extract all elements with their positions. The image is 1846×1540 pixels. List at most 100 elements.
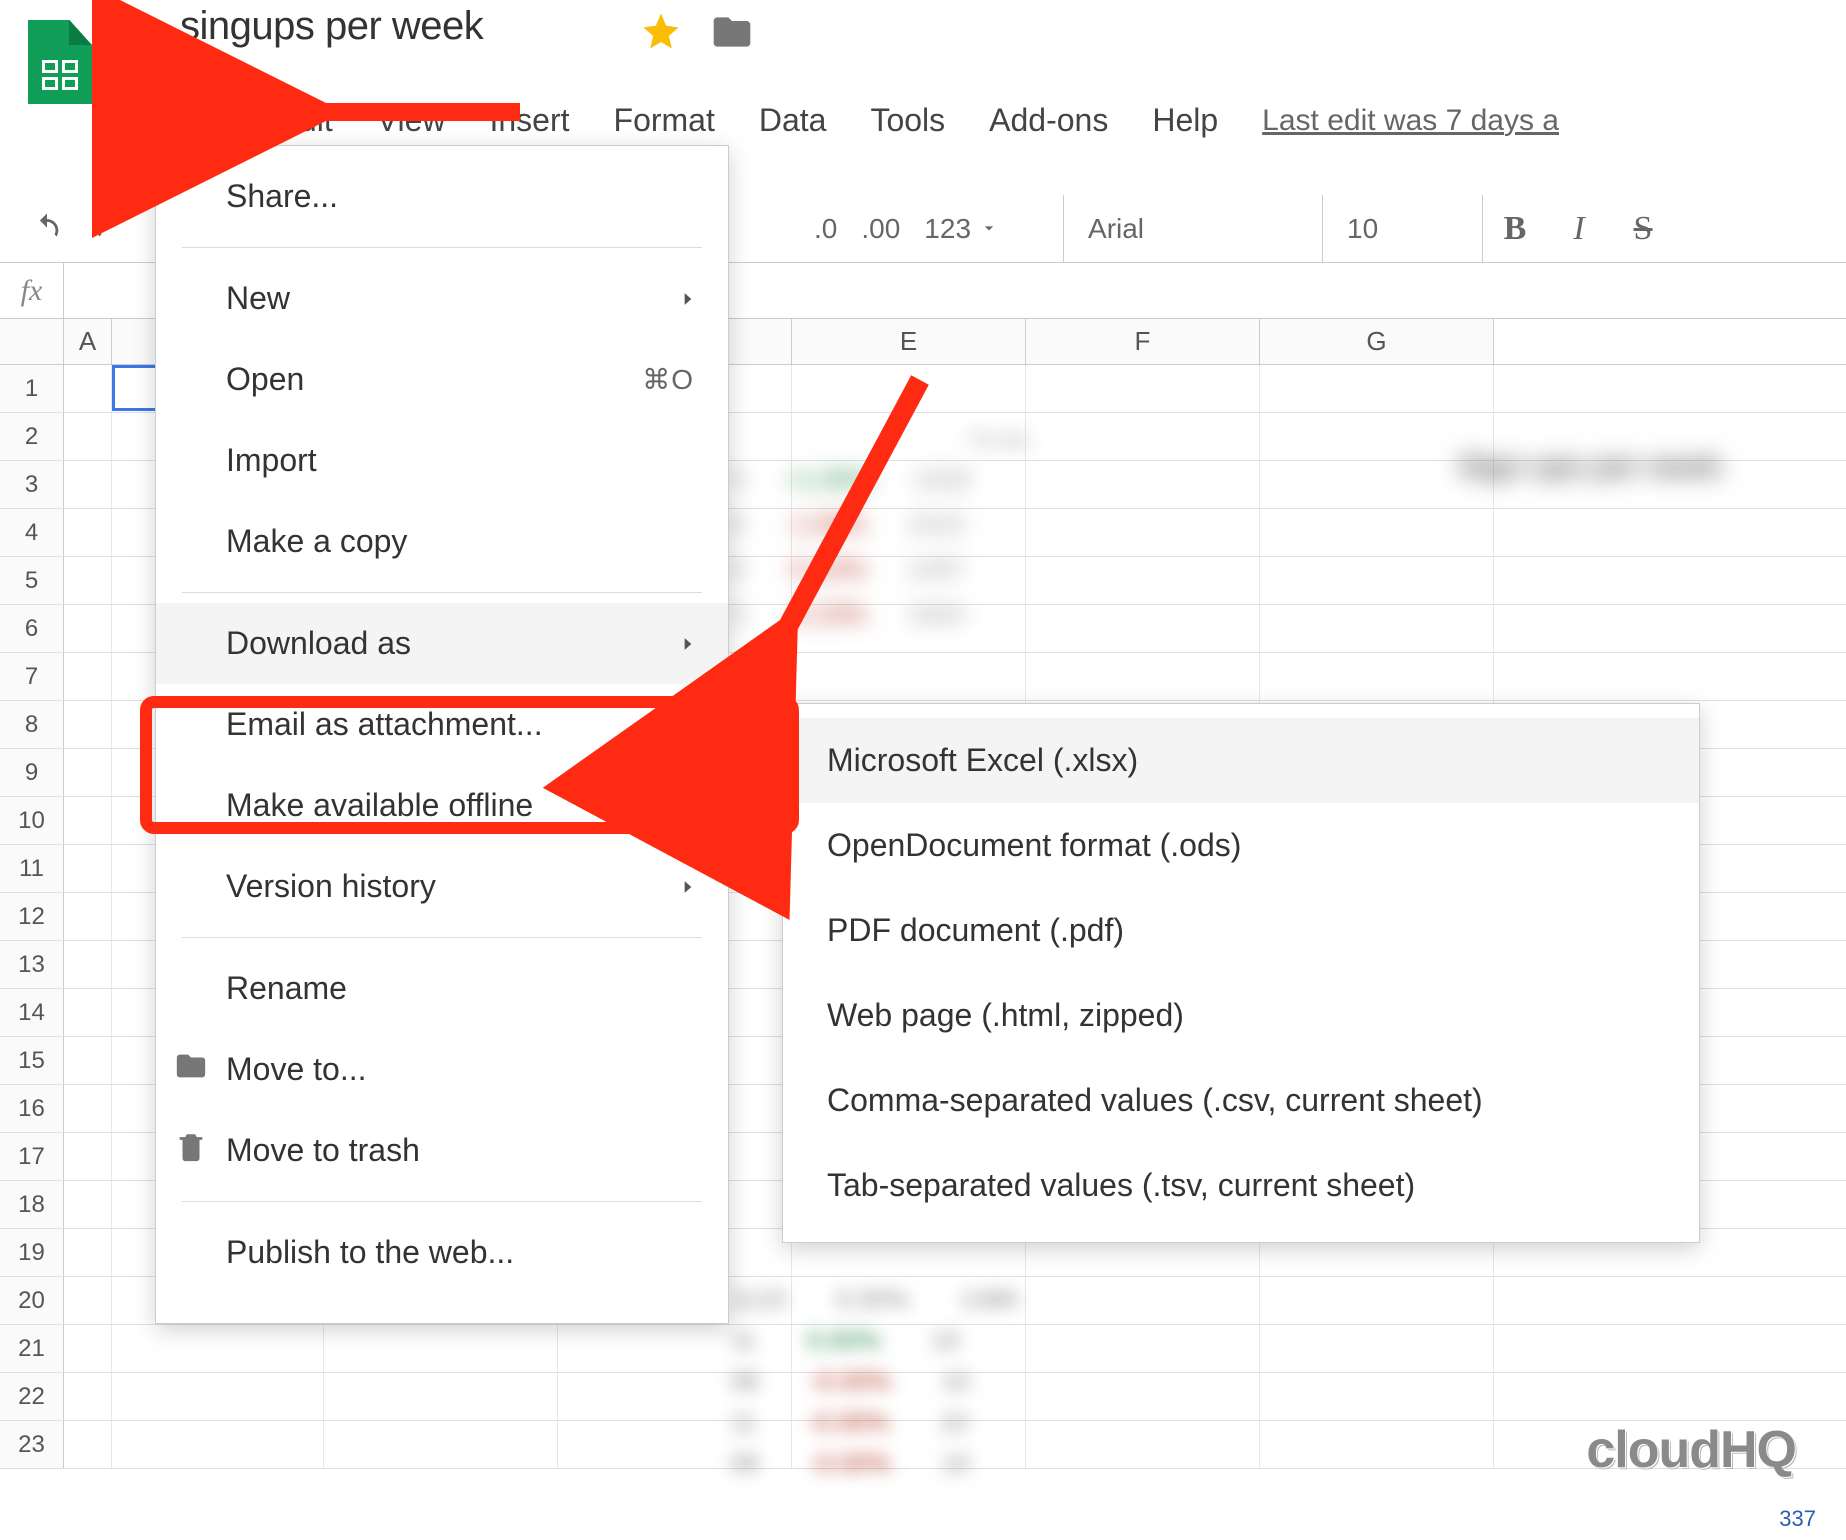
cell[interactable] [1260,557,1494,604]
cell[interactable] [1260,605,1494,652]
cell[interactable] [792,653,1026,700]
col-header-E[interactable]: E [792,319,1026,364]
row-header[interactable]: 16 [0,1085,64,1132]
menu-tools[interactable]: Tools [848,88,967,153]
cell[interactable] [64,1325,112,1372]
file-menu-item-make-available-offline[interactable]: Make available offline [156,765,728,846]
cell[interactable] [558,1421,792,1468]
cell[interactable] [792,1277,1026,1324]
move-folder-icon[interactable] [710,10,754,59]
cell[interactable] [64,941,112,988]
cell[interactable] [64,797,112,844]
cell[interactable] [1260,413,1494,460]
row-header[interactable]: 10 [0,797,64,844]
row-header[interactable]: 22 [0,1373,64,1420]
font-size-dropdown[interactable]: 10 [1323,195,1483,262]
cell[interactable] [792,557,1026,604]
cell[interactable] [1026,1373,1260,1420]
cell[interactable] [64,1037,112,1084]
row-header[interactable]: 13 [0,941,64,988]
star-icon[interactable] [640,10,682,57]
cell[interactable] [64,461,112,508]
cell[interactable] [1026,605,1260,652]
last-edit-link[interactable]: Last edit was 7 days a [1262,104,1559,138]
file-menu-item-publish-to-the-web[interactable]: Publish to the web... [156,1212,728,1293]
cell[interactable] [1026,1421,1260,1468]
file-menu-item-move-to-trash[interactable]: Move to trash [156,1110,728,1191]
cell[interactable] [1260,1373,1494,1420]
file-menu-item-import[interactable]: Import [156,420,728,501]
cell[interactable] [1260,365,1494,412]
cell[interactable] [64,1085,112,1132]
cell[interactable] [792,509,1026,556]
row-header[interactable]: 7 [0,653,64,700]
cell[interactable] [792,1325,1026,1372]
menu-help[interactable]: Help [1130,88,1240,153]
row-header[interactable]: 9 [0,749,64,796]
cell[interactable] [64,989,112,1036]
cell[interactable] [792,365,1026,412]
cell[interactable] [64,509,112,556]
file-menu-item-download-as[interactable]: Download as [156,603,728,684]
select-all-corner[interactable] [0,319,64,364]
file-menu-item-share[interactable]: Share... [156,156,728,237]
file-menu-item-new[interactable]: New [156,258,728,339]
cell[interactable] [1260,461,1494,508]
download-as-item-1[interactable]: OpenDocument format (.ods) [783,803,1699,888]
cell[interactable] [64,1229,112,1276]
cell[interactable] [64,605,112,652]
row-header[interactable]: 21 [0,1325,64,1372]
cell[interactable] [324,1325,558,1372]
undo-icon[interactable] [30,212,64,246]
row-header[interactable]: 23 [0,1421,64,1468]
redo-icon[interactable] [92,212,126,246]
row-header[interactable]: 11 [0,845,64,892]
cell[interactable] [64,845,112,892]
number-format-dropdown[interactable]: 123 [924,213,999,245]
cell[interactable] [112,1373,324,1420]
download-as-item-0[interactable]: Microsoft Excel (.xlsx) [783,718,1699,803]
menu-file[interactable]: File [160,88,256,153]
cell[interactable] [64,1373,112,1420]
cell[interactable] [112,1421,324,1468]
cell[interactable] [1260,653,1494,700]
cell[interactable] [1026,365,1260,412]
file-menu-item-version-history[interactable]: Version history [156,846,728,927]
file-menu-item-make-a-copy[interactable]: Make a copy [156,501,728,582]
decimal-decrease-button[interactable]: .0 [814,213,837,245]
cell[interactable] [64,1181,112,1228]
row-header[interactable]: 8 [0,701,64,748]
cell[interactable] [792,1373,1026,1420]
cell[interactable] [1026,1277,1260,1324]
row-header[interactable]: 5 [0,557,64,604]
cell[interactable] [64,749,112,796]
bold-button[interactable]: B [1483,195,1547,262]
cell[interactable] [792,1421,1026,1468]
download-as-item-3[interactable]: Web page (.html, zipped) [783,973,1699,1058]
cell[interactable] [1026,509,1260,556]
italic-button[interactable]: I [1547,195,1611,262]
cell[interactable] [64,1133,112,1180]
download-as-item-5[interactable]: Tab-separated values (.tsv, current shee… [783,1143,1699,1228]
cell[interactable] [112,1325,324,1372]
row-header[interactable]: 15 [0,1037,64,1084]
row-header[interactable]: 2 [0,413,64,460]
cell[interactable] [1026,557,1260,604]
cell[interactable] [64,701,112,748]
row-header[interactable]: 17 [0,1133,64,1180]
cell[interactable] [1026,413,1260,460]
cell[interactable] [1260,1325,1494,1372]
row-header[interactable]: 19 [0,1229,64,1276]
cell[interactable] [324,1373,558,1420]
file-menu-item-rename[interactable]: Rename [156,948,728,1029]
download-as-item-2[interactable]: PDF document (.pdf) [783,888,1699,973]
cell[interactable] [64,557,112,604]
cell[interactable] [792,461,1026,508]
document-title[interactable]: singups per week [180,4,483,49]
file-menu-item-email-as-attachment[interactable]: Email as attachment... [156,684,728,765]
cell[interactable] [1026,653,1260,700]
cell[interactable] [64,1277,112,1324]
strike-button[interactable]: S [1611,195,1675,262]
menu-view[interactable]: View [355,88,468,153]
cell[interactable] [1260,1277,1494,1324]
